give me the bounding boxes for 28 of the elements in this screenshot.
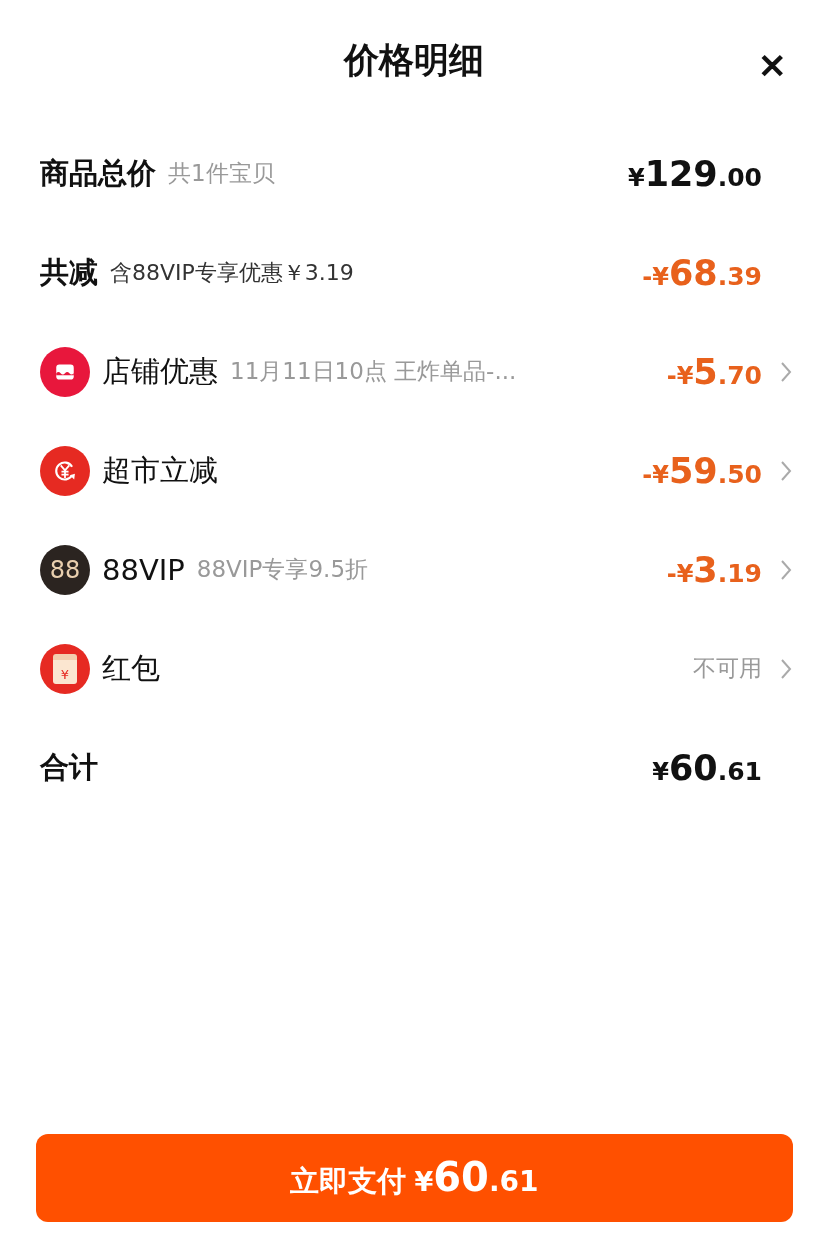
discount-amount: -¥5.70 bbox=[666, 351, 762, 392]
discount-amount: -¥3.19 bbox=[666, 549, 762, 590]
coin-icon bbox=[40, 445, 90, 496]
vip-badge: 88 bbox=[40, 544, 90, 595]
row-note: 共1件宝贝 bbox=[168, 159, 275, 188]
row-label: 商品总价 bbox=[40, 154, 156, 192]
close-button[interactable]: ✕ bbox=[750, 44, 794, 88]
chevron-icon[interactable] bbox=[780, 558, 792, 581]
row-label: 店铺优惠 bbox=[102, 352, 218, 390]
row-label: 88VIP bbox=[102, 552, 185, 587]
row-note: 11月11日10点 王炸单品-... bbox=[230, 357, 517, 386]
status-text: 不可用 bbox=[693, 654, 762, 683]
row-label: 红包 bbox=[102, 649, 160, 687]
shop-icon bbox=[40, 346, 90, 397]
envelope-badge: ¥ bbox=[40, 643, 90, 694]
sheet-title: 价格明细 bbox=[344, 38, 484, 82]
row-note: 含88VIP专享优惠￥3.19 bbox=[110, 258, 354, 287]
discount-amount: -¥68.39 bbox=[642, 252, 762, 293]
discount-amount: -¥59.50 bbox=[642, 450, 762, 491]
chevron-icon[interactable] bbox=[780, 657, 792, 680]
row-label: 共减 bbox=[40, 253, 98, 291]
row-note: 88VIP专享9.5折 bbox=[196, 555, 368, 584]
chevron-icon[interactable] bbox=[780, 459, 792, 482]
chevron-icon[interactable] bbox=[780, 360, 792, 383]
price-amount: ¥129.00 bbox=[627, 153, 762, 194]
row-label: 合计 bbox=[40, 748, 98, 786]
row-label: 超市立减 bbox=[102, 451, 218, 489]
price-amount: ¥60.61 bbox=[652, 747, 762, 788]
